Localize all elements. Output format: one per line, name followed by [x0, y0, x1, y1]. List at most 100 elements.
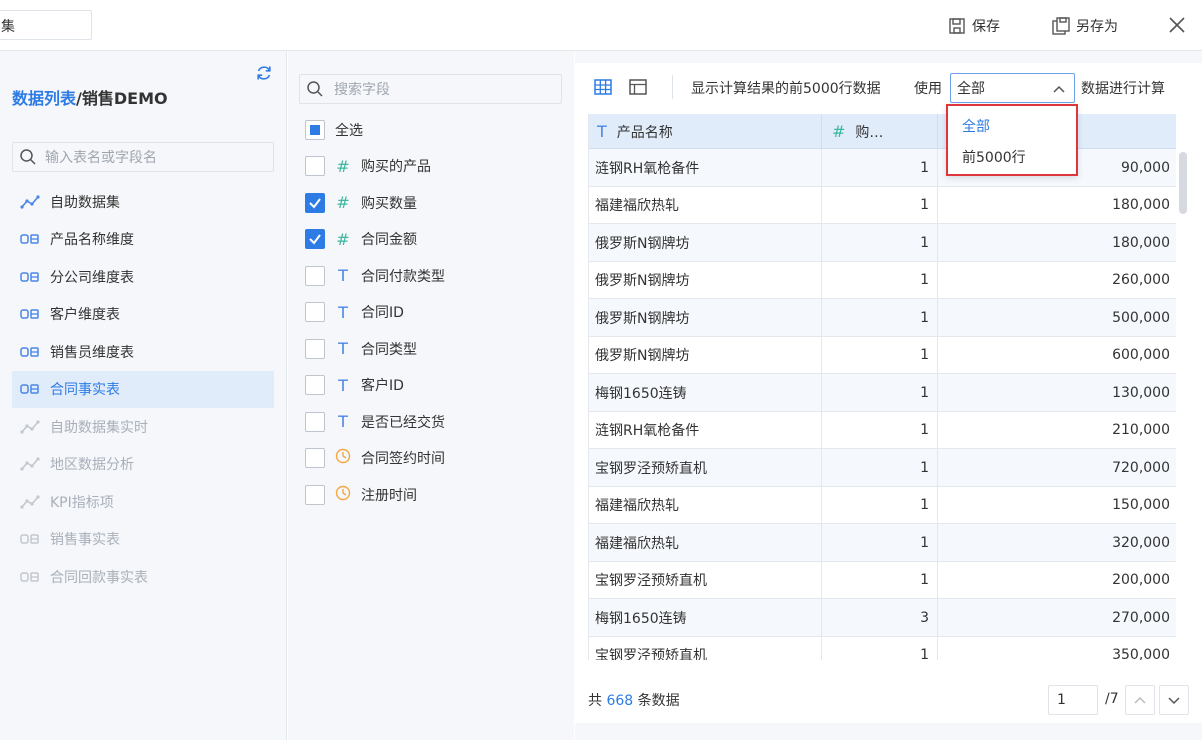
table-row: 宝钢罗泾预矫直机 1 350,000	[589, 636, 1176, 660]
column-header-purchase-qty[interactable]: # 购…	[822, 114, 938, 149]
table-search-input[interactable]: 输入表名或字段名	[12, 142, 274, 172]
table-cell: 500,000	[1112, 309, 1170, 326]
option-first-5000[interactable]: 前5000行	[962, 147, 1026, 167]
refresh-icon[interactable]	[255, 64, 273, 82]
table-item[interactable]: 地区数据分析	[12, 446, 274, 483]
option-all[interactable]: 全部	[962, 116, 990, 136]
preview-table: T 产品名称 # 购… # 涟钢RH氧枪备件190,000福建福欣热轧1180,…	[588, 114, 1176, 660]
checkbox-unchecked[interactable]	[305, 156, 325, 176]
calc-scope-value: 全部	[957, 81, 985, 97]
table-item[interactable]: 产品名称维度	[12, 221, 274, 258]
table-cell: 130,000	[1112, 384, 1170, 401]
table-cell: 350,000	[1112, 647, 1170, 660]
table-view-icon[interactable]	[593, 77, 613, 97]
checkbox-unchecked[interactable]	[305, 375, 325, 395]
table-cell: 宝钢罗泾预矫直机	[589, 449, 822, 486]
breadcrumb: 数据列表/销售DEMO	[12, 85, 168, 109]
table-row: 宝钢罗泾预矫直机 1 720,000	[589, 449, 1176, 487]
table-cell: 260,000	[1112, 272, 1170, 288]
field-item[interactable]: T 合同ID	[305, 300, 404, 324]
checkbox-partial[interactable]	[305, 120, 325, 140]
field-item[interactable]: # 购买的产品	[305, 154, 431, 178]
text-type-icon: T	[338, 339, 348, 358]
breadcrumb-link-datalist[interactable]: 数据列表	[12, 89, 76, 108]
table-scrollbar[interactable]	[1179, 152, 1187, 214]
field-item[interactable]: T 是否已经交货	[305, 410, 445, 434]
field-item[interactable]: # 购买数量	[305, 191, 417, 215]
table-cell: 梅钢1650连铸	[589, 374, 822, 411]
checkbox-unchecked[interactable]	[305, 302, 325, 322]
table-row: 福建福欣热轧 1 150,000	[589, 486, 1176, 524]
row-count-number: 668	[606, 693, 634, 709]
table-item-label: 自助数据集	[50, 194, 120, 211]
db-table-icon	[20, 382, 40, 396]
select-all-checkbox[interactable]: 全选	[305, 118, 363, 142]
field-item[interactable]: 合同签约时间	[305, 446, 445, 470]
db-table-icon	[20, 270, 40, 284]
table-cell: 150,000	[1112, 497, 1170, 513]
table-item[interactable]: KPI指标项	[12, 483, 274, 520]
table-cell: 1	[822, 261, 938, 299]
field-item[interactable]: 注册时间	[305, 483, 417, 507]
table-list-panel: 数据列表/销售DEMO 输入表名或字段名 自助数据集产品名称维度 分公司维度表 客户…	[0, 51, 287, 740]
checkbox-unchecked[interactable]	[305, 448, 325, 468]
text-type-icon: T	[338, 412, 348, 431]
checkbox-checked[interactable]	[305, 192, 325, 213]
field-item[interactable]: # 合同金额	[305, 227, 417, 251]
field-item[interactable]: T 客户ID	[305, 373, 404, 397]
save-button[interactable]: 保存	[948, 15, 1000, 37]
column-header-product-name[interactable]: T 产品名称	[589, 114, 822, 149]
field-item[interactable]: T 合同付款类型	[305, 264, 445, 288]
table-item[interactable]: 合同事实表	[12, 370, 274, 408]
dataset-name-input[interactable]: 集	[0, 10, 92, 40]
table-cell: 1	[822, 299, 938, 336]
table-cell: 1	[822, 186, 938, 224]
search-icon	[307, 81, 323, 97]
table-item[interactable]: 分公司维度表	[12, 258, 274, 295]
table-search-placeholder: 输入表名或字段名	[45, 150, 157, 166]
table-row: 梅钢1650连铸 1 130,000	[589, 374, 1176, 412]
checkbox-unchecked[interactable]	[305, 265, 325, 286]
db-table-icon	[20, 232, 40, 246]
checkbox-unchecked[interactable]	[305, 484, 325, 505]
prev-page-button[interactable]	[1125, 685, 1155, 715]
page-number-input[interactable]: 1	[1048, 685, 1098, 715]
chevron-up-icon	[1134, 696, 1146, 704]
field-item[interactable]: T 合同类型	[305, 337, 417, 361]
search-icon	[20, 149, 36, 165]
close-icon[interactable]	[1166, 14, 1188, 36]
checkbox-checked[interactable]	[305, 229, 325, 249]
table-item-label: 合同回款事实表	[50, 569, 148, 586]
checkbox-unchecked[interactable]	[305, 411, 325, 432]
field-search-input[interactable]: 搜索字段	[299, 74, 562, 104]
layout-view-icon[interactable]	[628, 77, 648, 97]
table-header: T 产品名称 # 购… #	[589, 114, 1176, 149]
checkbox-unchecked[interactable]	[305, 338, 325, 359]
table-cell: 俄罗斯N钢牌坊	[589, 299, 822, 336]
table-row: 俄罗斯N钢牌坊 1 180,000	[589, 224, 1176, 262]
table-item-label: 销售事实表	[50, 532, 120, 548]
table-item[interactable]: 销售事实表	[12, 521, 274, 558]
table-item[interactable]: 合同回款事实表	[12, 558, 274, 595]
table-item[interactable]: 销售员维度表	[12, 333, 274, 370]
db-table-icon	[20, 345, 40, 359]
row-count-prefix: 共	[588, 693, 602, 709]
table-item[interactable]: 自助数据集实时	[12, 408, 274, 445]
table-cell: 1	[822, 636, 938, 660]
save-as-button[interactable]: 另存为	[1052, 15, 1118, 37]
table-cell: 宝钢罗泾预矫直机	[589, 561, 822, 599]
preview-info-text: 显示计算结果的前5000行数据	[691, 81, 881, 97]
table-cell: 1	[822, 149, 938, 186]
table-cell: 1	[822, 374, 938, 411]
table-item[interactable]: 客户维度表	[12, 296, 274, 333]
table-item[interactable]: 自助数据集	[12, 183, 274, 220]
table-cell: 涟钢RH氧枪备件	[589, 149, 822, 186]
next-page-button[interactable]	[1159, 685, 1189, 715]
table-item-label: 合同事实表	[50, 382, 120, 398]
calc-scope-select[interactable]: 全部	[950, 73, 1075, 103]
use-label: 使用	[914, 81, 942, 97]
field-item-label: 注册时间	[361, 487, 417, 504]
self-dataset-icon	[20, 457, 40, 471]
text-type-icon: T	[338, 302, 348, 322]
table-cell: 涟钢RH氧枪备件	[589, 411, 822, 449]
